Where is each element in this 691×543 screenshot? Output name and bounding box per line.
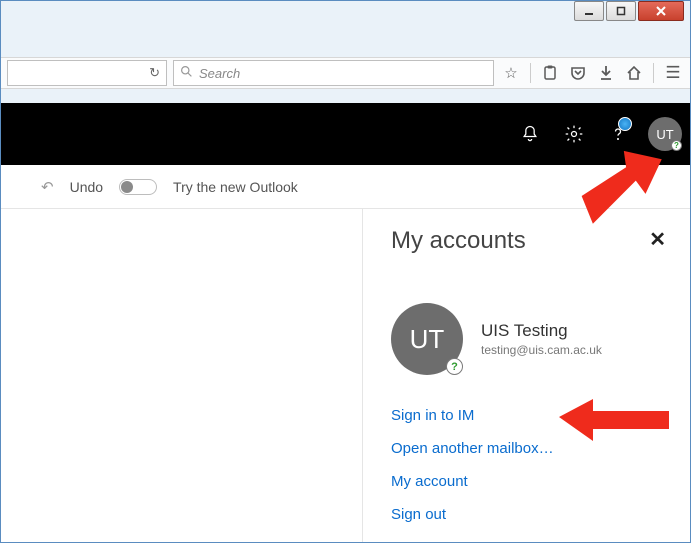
account-summary: UT ? UIS Testing testing@uis.cam.ac.uk [391,303,662,375]
pocket-icon[interactable] [567,62,589,84]
toolbar-divider [530,63,531,83]
url-bar[interactable]: ↻ [7,60,167,86]
window-maximize-button[interactable] [606,1,636,21]
presence-indicator: ? [671,140,682,151]
bookmark-star-icon[interactable]: ☆ [500,62,522,84]
try-outlook-label: Try the new Outlook [173,179,298,195]
avatar-initials: UT [410,324,445,355]
account-avatar-large[interactable]: UT ? [391,303,463,375]
clipboard-icon[interactable] [539,62,561,84]
sign-out-link[interactable]: Sign out [391,506,662,523]
account-links: Sign in to IM Open another mailbox… My a… [391,407,662,523]
search-input[interactable]: Search [173,60,494,86]
app-toolbar: ↶ Undo Try the new Outlook [1,165,690,209]
nav-toolbar: ↻ Search ☆ ☰ [1,57,690,89]
avatar-initials: UT [656,127,673,142]
account-text: UIS Testing testing@uis.cam.ac.uk [481,321,602,357]
my-account-link[interactable]: My account [391,473,662,490]
search-icon [180,65,193,81]
close-icon[interactable]: ✕ [649,227,666,252]
account-display-name: UIS Testing [481,321,602,341]
home-icon[interactable] [623,62,645,84]
try-outlook-toggle[interactable] [119,179,157,195]
undo-icon[interactable]: ↶ [41,178,54,196]
panel-title: My accounts [391,227,662,255]
reload-icon[interactable]: ↻ [149,65,160,81]
notifications-icon[interactable] [508,103,552,165]
settings-icon[interactable] [552,103,596,165]
downloads-icon[interactable] [595,62,617,84]
account-avatar[interactable]: UT ? [648,117,682,151]
help-icon[interactable] [596,103,640,165]
open-another-mailbox-link[interactable]: Open another mailbox… [391,440,662,457]
undo-label[interactable]: Undo [70,179,103,195]
app-header: UT ? [1,103,690,165]
window-minimize-button[interactable] [574,1,604,21]
spacer [1,89,690,103]
presence-indicator: ? [446,358,463,375]
window-close-button[interactable] [638,1,684,21]
search-placeholder: Search [199,66,240,81]
menu-icon[interactable]: ☰ [662,62,684,84]
window-controls [574,1,684,21]
sign-in-im-link[interactable]: Sign in to IM [391,407,662,424]
my-accounts-panel: My accounts ✕ UT ? UIS Testing testing@u… [362,209,690,542]
account-email: testing@uis.cam.ac.uk [481,343,602,357]
toolbar-divider [653,63,654,83]
